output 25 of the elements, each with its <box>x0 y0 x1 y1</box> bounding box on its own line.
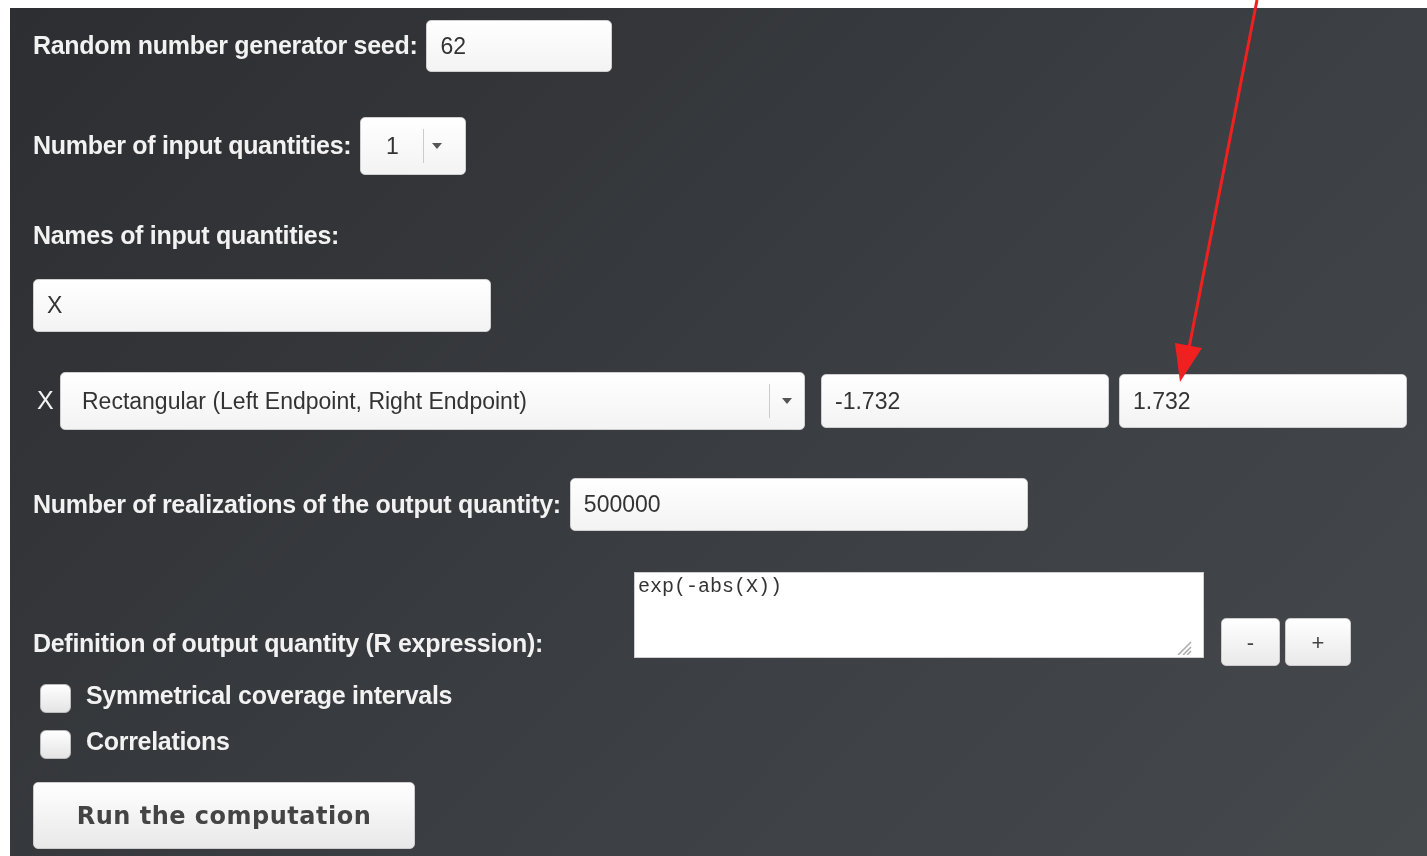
expression-field[interactable]: exp(-abs(X)) <box>634 572 1204 658</box>
stepper-button[interactable]: + <box>1285 618 1351 666</box>
parameter-field[interactable]: 1.732 <box>1119 374 1407 428</box>
field-label: Number of realizations of the output quantity: <box>33 488 561 520</box>
field-label: Names of input quantities: <box>33 220 340 252</box>
field-label: Random number generator seed: <box>33 30 418 62</box>
names-field[interactable]: X <box>33 279 491 332</box>
checkbox[interactable] <box>40 729 71 759</box>
stepper-button[interactable]: - <box>1221 618 1280 666</box>
checkbox[interactable] <box>40 683 71 713</box>
caret-icon <box>782 398 792 404</box>
distribution-dropdown[interactable]: Rectangular (Left Endpoint, Right Endpoint) <box>60 372 805 430</box>
field-label: Number of input quantities: <box>33 130 352 162</box>
dropdown-value: Rectangular (Left Endpoint, Right Endpoint) <box>82 386 527 416</box>
count-dropdown[interactable]: 1 <box>360 117 467 175</box>
resize-grip-icon[interactable] <box>1177 641 1192 655</box>
dropdown-value: 1 <box>384 131 400 161</box>
run-button[interactable]: Run the computation <box>33 782 415 849</box>
parameter-field[interactable]: -1.732 <box>821 374 1109 428</box>
seed-field[interactable]: 62 <box>426 20 613 72</box>
realizations-field[interactable]: 500000 <box>569 478 1028 531</box>
checkbox-label: Correlations <box>86 726 230 758</box>
caret-icon <box>432 143 443 149</box>
field-label: Definition of output quantity (R expression): <box>33 628 544 659</box>
checkbox-label: Symmetrical coverage intervals <box>86 680 453 712</box>
